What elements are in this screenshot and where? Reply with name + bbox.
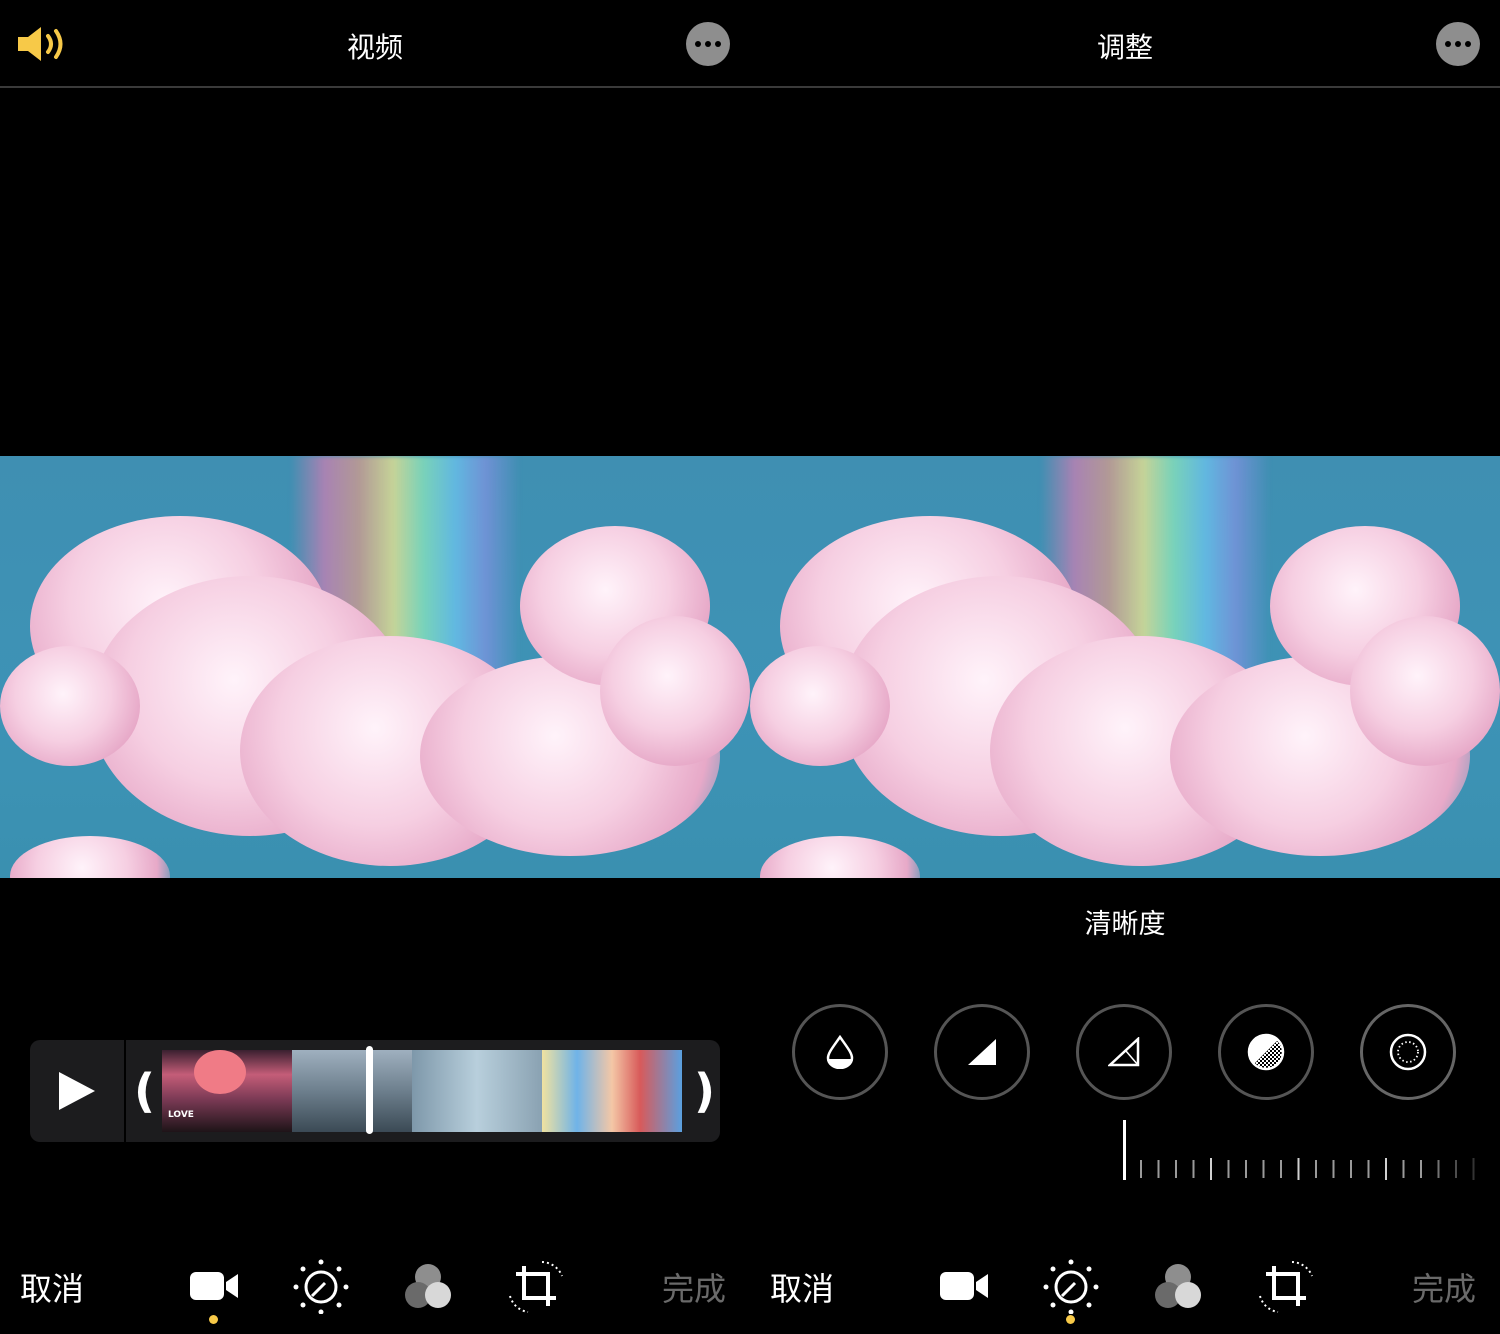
adjust-tool-button[interactable] — [291, 1258, 351, 1314]
filters-tool-button[interactable] — [1148, 1258, 1208, 1314]
slider-tick — [1297, 1158, 1300, 1180]
video-editor-pane: 视频 ( LOVE ) 取消 完成 — [0, 0, 750, 1334]
adjustment-slider[interactable] — [1122, 1120, 1482, 1182]
video-tool-button[interactable] — [934, 1258, 994, 1314]
adjust-editor-pane: 调整 清晰度 取消 完成 — [750, 0, 1500, 1334]
adjust-dial-icon — [1043, 1259, 1099, 1314]
cancel-button[interactable]: 取消 — [20, 1264, 84, 1310]
slider-tick — [1420, 1160, 1422, 1178]
video-camera-icon — [190, 1272, 238, 1300]
video-timeline[interactable]: ( LOVE ) — [30, 1040, 720, 1142]
done-button[interactable]: 完成 — [1412, 1264, 1476, 1310]
more-icon[interactable] — [686, 22, 730, 66]
slider-tick — [1472, 1158, 1475, 1180]
slider-tick — [1245, 1160, 1247, 1178]
header: 视频 — [0, 0, 750, 88]
dotted-circle-icon — [1389, 1033, 1427, 1071]
video-tool-button[interactable] — [184, 1258, 244, 1314]
warmth-button[interactable] — [934, 1004, 1030, 1100]
play-button[interactable] — [30, 1040, 126, 1142]
frame-strip[interactable]: LOVE — [162, 1050, 682, 1132]
adjust-tool-button[interactable] — [1041, 1258, 1101, 1314]
slider-tick — [1332, 1160, 1335, 1178]
video-preview — [0, 456, 750, 878]
filters-tool-button[interactable] — [398, 1258, 458, 1314]
tint-button[interactable] — [1076, 1004, 1172, 1100]
trim-end-handle[interactable]: ) — [694, 1064, 715, 1118]
thumbnail: LOVE — [162, 1050, 292, 1132]
header: 调整 — [750, 0, 1500, 88]
slider-tick — [1175, 1160, 1177, 1178]
slider-tick — [1210, 1158, 1212, 1180]
video-preview — [750, 456, 1500, 878]
done-button[interactable]: 完成 — [662, 1264, 726, 1310]
slider-tick — [1192, 1160, 1195, 1178]
thumbnail — [292, 1050, 412, 1132]
cancel-button[interactable]: 取消 — [770, 1264, 834, 1310]
droplet-icon — [826, 1035, 854, 1069]
adjust-dial-icon — [293, 1259, 349, 1314]
crop-rotate-icon — [1259, 1261, 1313, 1313]
trim-start-handle[interactable]: ( — [134, 1064, 155, 1118]
sharpness-button[interactable] — [1218, 1004, 1314, 1100]
active-indicator — [1066, 1315, 1075, 1324]
definition-button[interactable] — [1360, 1004, 1456, 1100]
slider-tick — [1455, 1160, 1457, 1178]
slider-tick — [1227, 1160, 1230, 1178]
page-title: 调整 — [1096, 31, 1153, 64]
video-camera-icon — [940, 1272, 988, 1300]
slider-tick — [1385, 1158, 1387, 1180]
playhead[interactable] — [366, 1046, 373, 1134]
crop-tool-button[interactable] — [1256, 1258, 1316, 1314]
slider-tick — [1262, 1160, 1265, 1178]
outline-triangle-icon — [1108, 1037, 1140, 1067]
filled-triangle-icon — [968, 1039, 996, 1065]
thumbnail-text: LOVE — [168, 1110, 194, 1120]
adjustment-name: 清晰度 — [1084, 909, 1166, 940]
filters-icon — [405, 1264, 451, 1308]
slider-tick — [1157, 1160, 1160, 1178]
more-icon[interactable] — [1436, 22, 1480, 66]
slider-tick — [1402, 1160, 1405, 1178]
slider-tick — [1140, 1160, 1142, 1178]
play-icon — [59, 1072, 95, 1110]
slider-indicator — [1123, 1120, 1126, 1180]
crop-rotate-icon — [509, 1261, 563, 1313]
slider-tick — [1315, 1160, 1317, 1178]
half-shaded-circle-icon — [1247, 1033, 1285, 1071]
page-title: 视频 — [346, 31, 403, 64]
slider-tick — [1437, 1160, 1440, 1178]
slider-tick — [1350, 1160, 1352, 1178]
slider-tick — [1367, 1160, 1370, 1178]
active-indicator — [209, 1315, 218, 1324]
vibrance-button[interactable] — [792, 1004, 888, 1100]
filters-icon — [1155, 1264, 1201, 1308]
thumbnail — [412, 1050, 542, 1132]
thumbnail — [542, 1050, 682, 1132]
crop-tool-button[interactable] — [506, 1258, 566, 1314]
slider-tick — [1280, 1160, 1282, 1178]
